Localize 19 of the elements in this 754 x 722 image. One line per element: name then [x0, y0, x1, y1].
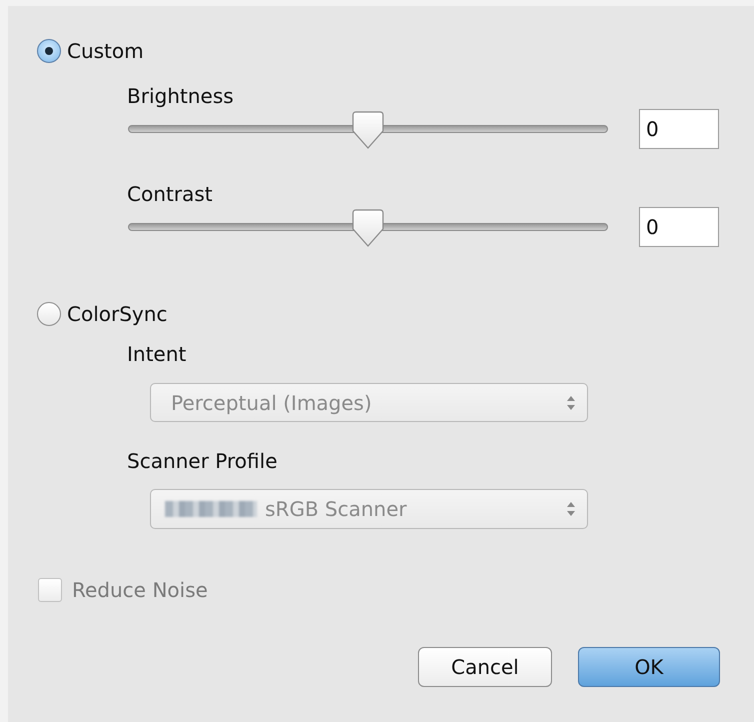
slider-thumb[interactable] [352, 209, 384, 247]
radio-label: Custom [67, 38, 144, 64]
slider-thumb[interactable] [352, 111, 384, 149]
radio-label: ColorSync [67, 301, 168, 327]
cancel-button[interactable]: Cancel [418, 647, 552, 687]
slider-label: Brightness [127, 83, 234, 109]
up-down-arrows-icon [567, 502, 575, 516]
slider-label: Contrast [127, 181, 212, 207]
slider[interactable] [128, 109, 608, 149]
slider[interactable] [128, 207, 608, 247]
number-field[interactable]: 0 [639, 109, 719, 149]
ok-button[interactable]: OK [578, 647, 720, 687]
radio-button[interactable] [37, 39, 61, 63]
checkbox-label: Reduce Noise [72, 578, 208, 602]
radio-button[interactable] [37, 302, 61, 326]
popup-label: Scanner Profile [127, 448, 278, 474]
popup-label: Intent [127, 341, 186, 367]
number-field[interactable]: 0 [639, 207, 719, 247]
up-down-arrows-icon [567, 396, 575, 410]
